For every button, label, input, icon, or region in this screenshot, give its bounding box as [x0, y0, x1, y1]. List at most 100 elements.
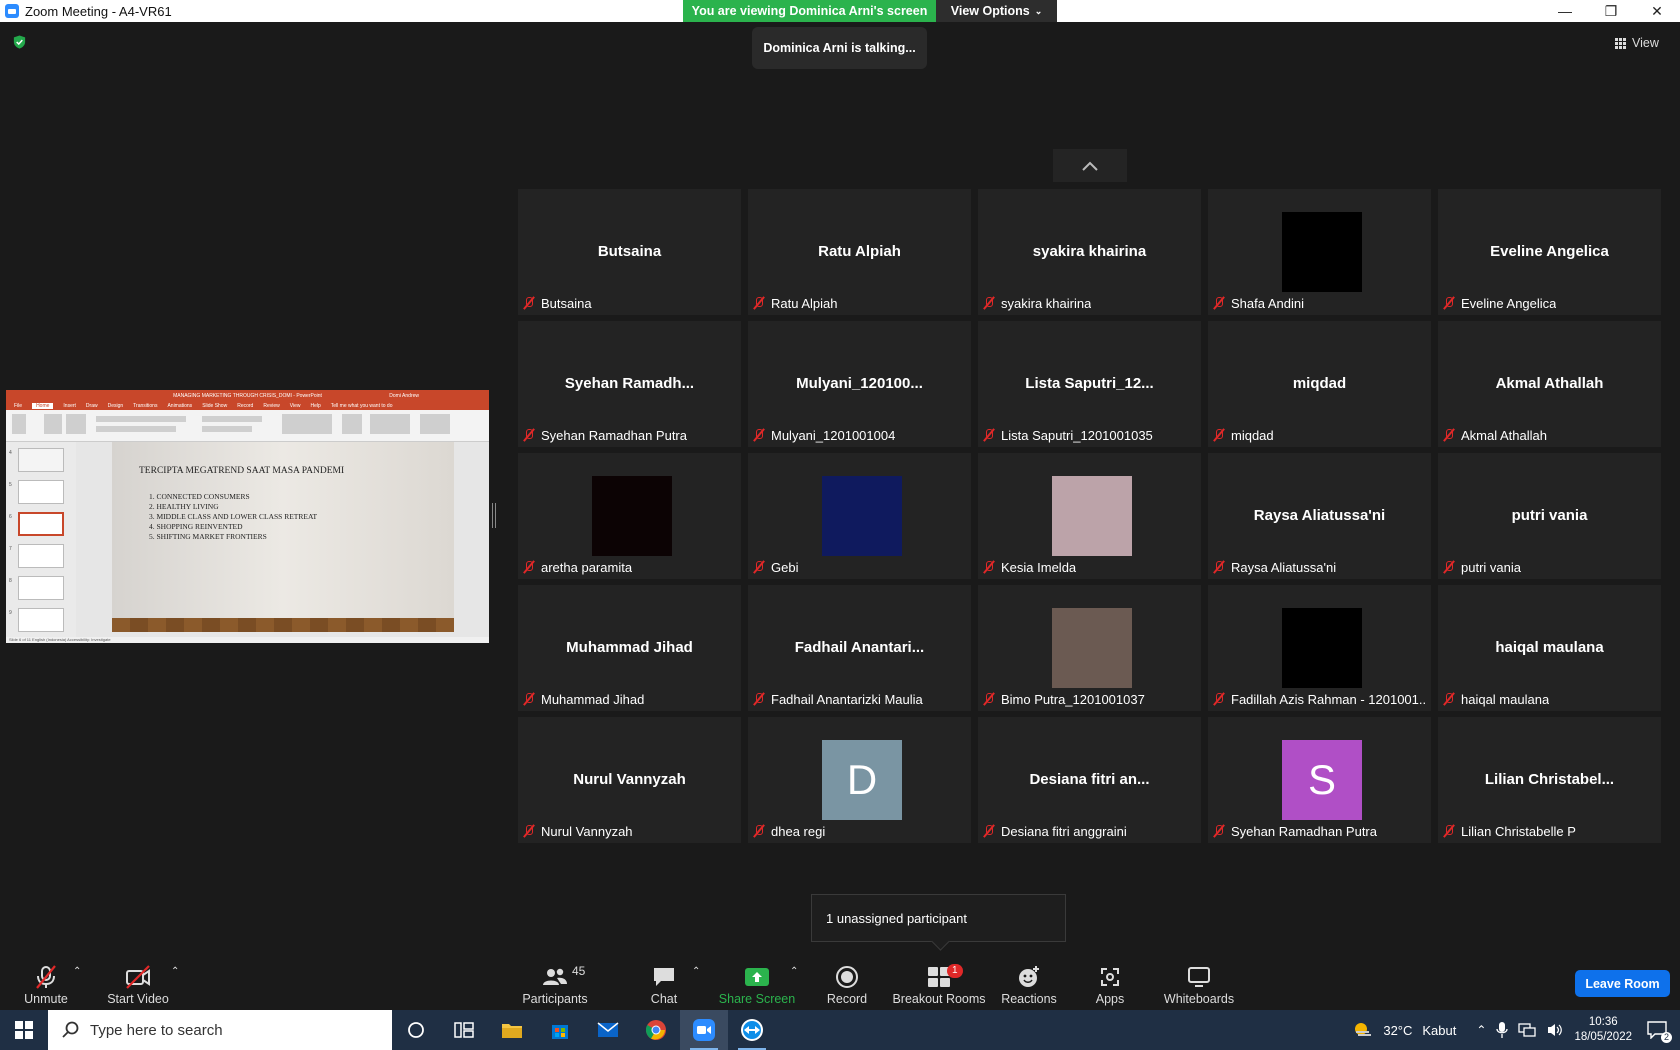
share-screen-button[interactable]: Share Screen: [718, 960, 796, 1006]
participant-display-name: Raysa Aliatussa'ni: [1253, 507, 1386, 524]
minimize-button[interactable]: —: [1542, 0, 1588, 22]
audio-options-caret[interactable]: ⌃: [73, 966, 83, 977]
participant-tile[interactable]: Shafa Andini: [1208, 189, 1431, 315]
participant-tile[interactable]: Mulyani_120100... Mulyani_1201001004: [748, 321, 971, 447]
slide-thumbnails: 4 5 6 7 8 9: [6, 442, 76, 637]
slide-thumbnail: [18, 608, 64, 632]
participant-display-name: Eveline Angelica: [1490, 243, 1609, 260]
zoom-taskbar-button[interactable]: [680, 1010, 728, 1050]
participant-tile[interactable]: Nurul Vannyzah Nurul Vannyzah: [518, 717, 741, 843]
participant-tile[interactable]: haiqal maulana haiqal maulana: [1438, 585, 1661, 711]
ribbon-tab: Tell me what you want to do: [330, 402, 393, 409]
apps-icon: [1099, 964, 1121, 990]
participant-tile[interactable]: aretha paramita: [518, 453, 741, 579]
video-options-caret[interactable]: ⌃: [171, 966, 181, 977]
share-screen-label: Share Screen: [718, 992, 796, 1006]
file-explorer-taskbar-button[interactable]: [488, 1010, 536, 1050]
participant-tile[interactable]: Gebi: [748, 453, 971, 579]
participants-button[interactable]: 45 Participants: [521, 960, 589, 1006]
cortana-button[interactable]: [392, 1010, 440, 1050]
security-shield-icon[interactable]: [12, 34, 27, 50]
participant-name-label: Raysa Aliatussa'ni: [1212, 558, 1336, 576]
participant-tile[interactable]: Eveline Angelica Eveline Angelica: [1438, 189, 1661, 315]
participant-tile[interactable]: Desiana fitri an... Desiana fitri anggrai…: [978, 717, 1201, 843]
slide-bullet: 4. SHOPPING REINVENTED: [149, 522, 243, 531]
participant-tile[interactable]: Muhammad Jihad Muhammad Jihad: [518, 585, 741, 711]
participant-name-label: Gebi: [752, 558, 798, 576]
taskbar-clock[interactable]: 10:36 18/05/2022: [1574, 1015, 1632, 1045]
leave-room-button[interactable]: Leave Room: [1575, 970, 1670, 997]
participant-avatar: [822, 476, 902, 556]
windows-start-button[interactable]: [0, 1010, 48, 1050]
view-options-button[interactable]: View Options ⌄: [936, 0, 1057, 22]
participant-name: Ratu Alpiah: [771, 295, 838, 311]
speaker-icon[interactable]: [1546, 1022, 1564, 1038]
participant-tile[interactable]: syakira khairina syakira khairina: [978, 189, 1201, 315]
participant-name: Gebi: [771, 559, 799, 575]
participant-tile[interactable]: Kesia Imelda: [978, 453, 1201, 579]
participant-tile[interactable]: Butsaina Butsaina: [518, 189, 741, 315]
unmute-button[interactable]: Unmute: [21, 960, 71, 1006]
close-button[interactable]: ✕: [1634, 0, 1680, 22]
participant-tile[interactable]: Ddhea regi: [748, 717, 971, 843]
participant-display-name: Syehan Ramadh...: [564, 375, 695, 392]
participant-name-label: Muhammad Jihad: [522, 690, 644, 708]
notification-center-button[interactable]: 2: [1642, 1015, 1672, 1045]
weather-temperature[interactable]: 32°C: [1383, 1023, 1412, 1038]
mic-muted-icon: [752, 296, 766, 310]
start-video-label: Start Video: [107, 992, 169, 1006]
task-view-button[interactable]: [440, 1010, 488, 1050]
zoom-icon: [693, 1019, 715, 1041]
participant-tile[interactable]: Fadillah Azis Rahman - 1201001...: [1208, 585, 1431, 711]
whiteboards-button[interactable]: Whiteboards: [1163, 960, 1235, 1006]
split-view-handle[interactable]: [492, 503, 496, 528]
mail-icon: [597, 1022, 619, 1037]
teamviewer-taskbar-button[interactable]: [728, 1010, 776, 1050]
start-video-button[interactable]: Start Video: [104, 960, 172, 1006]
microphone-icon[interactable]: [1496, 1021, 1509, 1039]
participant-tile[interactable]: Akmal Athallah Akmal Athallah: [1438, 321, 1661, 447]
restore-button[interactable]: ❐: [1588, 0, 1634, 22]
breakout-rooms-button[interactable]: 1 Breakout Rooms: [892, 960, 986, 1006]
mail-taskbar-button[interactable]: [584, 1010, 632, 1050]
participant-tile[interactable]: S Syehan Ramadhan Putra: [1208, 717, 1431, 843]
participants-label: Participants: [522, 992, 588, 1006]
microsoft-store-taskbar-button[interactable]: [536, 1010, 584, 1050]
participant-tile[interactable]: Lista Saputri_12... Lista Saputri_1201001…: [978, 321, 1201, 447]
chat-options-caret[interactable]: ⌃: [692, 966, 702, 977]
network-icon[interactable]: [1518, 1022, 1537, 1038]
chat-button[interactable]: Chat: [648, 960, 680, 1006]
tray-overflow-chevron-icon[interactable]: ⌃: [1476, 1023, 1486, 1037]
participant-name: syakira khairina: [1001, 295, 1092, 311]
participant-tile[interactable]: Syehan Ramadh... Syehan Ramadhan Putra: [518, 321, 741, 447]
weather-description[interactable]: Kabut: [1422, 1023, 1456, 1038]
unmute-label: Unmute: [24, 992, 68, 1006]
view-button[interactable]: View: [1615, 31, 1675, 55]
participant-tile[interactable]: Ratu Alpiah Ratu Alpiah: [748, 189, 971, 315]
chrome-taskbar-button[interactable]: [632, 1010, 680, 1050]
reactions-button[interactable]: Reactions: [1001, 960, 1057, 1006]
participant-tile[interactable]: Raysa Aliatussa'ni Raysa Aliatussa'ni: [1208, 453, 1431, 579]
participant-tile[interactable]: putri vania putri vania: [1438, 453, 1661, 579]
participant-tile[interactable]: Lilian Christabel... Lilian Christabelle …: [1438, 717, 1661, 843]
participant-avatar: [1052, 608, 1132, 688]
participant-display-name: syakira khairina: [1032, 243, 1147, 260]
participant-tile[interactable]: Fadhail Anantari... Fadhail Anantarizki M…: [748, 585, 971, 711]
record-button[interactable]: Record: [826, 960, 868, 1006]
participant-tile[interactable]: Bimo Putra_1201001037: [978, 585, 1201, 711]
taskbar-search-box[interactable]: Type here to search: [48, 1010, 392, 1050]
mic-muted-icon: [1212, 824, 1226, 838]
apps-button[interactable]: Apps: [1094, 960, 1126, 1006]
participant-tile[interactable]: miqdad miqdad: [1208, 321, 1431, 447]
share-options-caret[interactable]: ⌃: [790, 966, 800, 977]
windows-logo-icon: [15, 1021, 33, 1039]
mic-muted-icon: [1442, 692, 1456, 706]
gallery-page-up-button[interactable]: [1053, 149, 1127, 182]
participants-count: 45: [572, 964, 586, 978]
weather-icon[interactable]: [1353, 1021, 1373, 1039]
participant-avatar: [1282, 212, 1362, 292]
mic-muted-icon: [982, 428, 996, 442]
ribbon-tab: Record: [237, 402, 254, 409]
participant-name-label: Desiana fitri anggraini: [982, 822, 1127, 840]
notification-count-badge: 2: [1660, 1032, 1672, 1043]
